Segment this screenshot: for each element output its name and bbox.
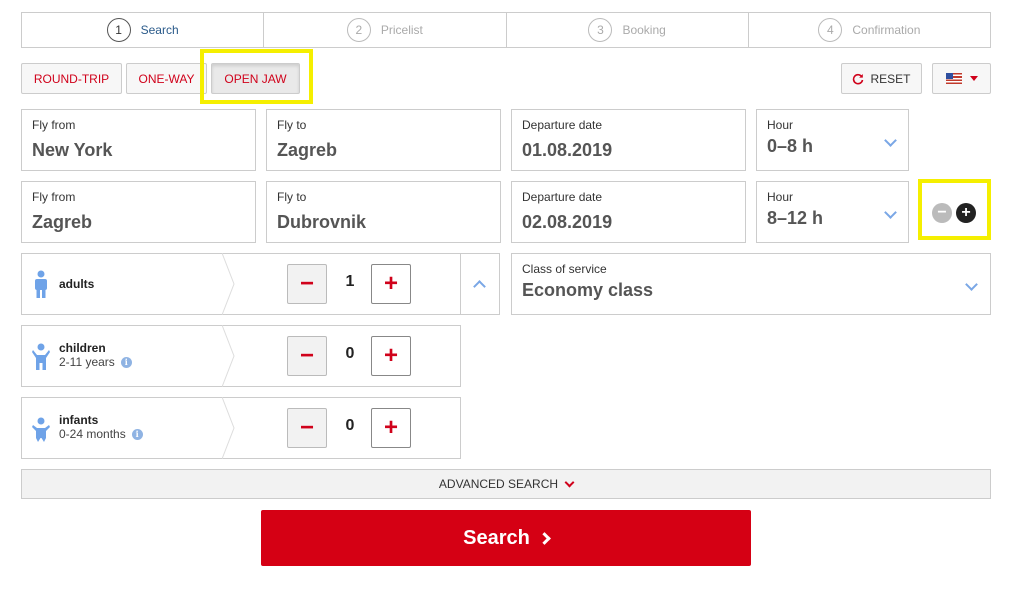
field-value: Zagreb (32, 212, 93, 232)
divider-arrow (222, 397, 235, 459)
field-label: Hour (767, 190, 794, 204)
search-button[interactable]: Search (261, 510, 751, 566)
reset-button[interactable]: RESET (841, 63, 922, 94)
divider-arrow (222, 325, 235, 387)
add-segment-button[interactable]: + (956, 203, 976, 223)
step-pricelist: 2 Pricelist (264, 13, 507, 47)
hour-select-1[interactable]: Hour 0–8 h (756, 109, 909, 171)
advanced-search-toggle[interactable]: ADVANCED SEARCH (21, 469, 991, 499)
field-value: 02.08.2019 (522, 212, 613, 232)
collapse-passengers-button[interactable] (461, 253, 500, 315)
passenger-age: 2-11 years i (59, 355, 132, 369)
field-value: New York (32, 140, 113, 160)
step-confirmation: 4 Confirmation (749, 13, 990, 47)
info-icon[interactable]: i (131, 428, 143, 440)
infants-row: infants 0-24 months i − 0 + (21, 397, 461, 459)
info-icon[interactable]: i (120, 356, 132, 368)
chevron-down-icon (564, 477, 575, 487)
step-label: Pricelist (380, 23, 423, 37)
us-flag-icon (945, 73, 962, 84)
adults-row: adults − 1 + (21, 253, 461, 315)
field-value: 8–12 h (767, 208, 824, 228)
field-value: Dubrovnik (277, 212, 367, 232)
passenger-age: 0-24 months i (59, 427, 143, 441)
field-label: Fly from (32, 190, 76, 204)
adults-count: 1 (345, 273, 355, 290)
reset-label: RESET (870, 71, 911, 86)
step-number: 3 (588, 18, 613, 42)
step-number: 1 (106, 18, 131, 42)
class-of-service-select[interactable]: Class of service Economy class (511, 253, 991, 315)
fly-from-field-1[interactable]: Fly from New York (21, 109, 256, 171)
infants-decrement-button[interactable]: − (287, 408, 327, 448)
hour-select-2[interactable]: Hour 8–12 h (756, 181, 909, 243)
children-count: 0 (345, 345, 355, 362)
passenger-age-text: 2-11 years (59, 355, 115, 369)
chevron-up-icon (473, 280, 486, 293)
infant-icon (32, 417, 50, 442)
children-decrement-button[interactable]: − (287, 336, 327, 376)
passenger-label: children (59, 341, 106, 355)
open-jaw-button[interactable]: OPEN JAW (211, 63, 300, 94)
infants-count: 0 (345, 417, 355, 434)
departure-date-field-2[interactable]: Departure date 02.08.2019 (511, 181, 746, 243)
refresh-icon (853, 73, 864, 84)
step-booking: 3 Booking (507, 13, 749, 47)
adult-icon (35, 270, 47, 298)
fly-from-field-2[interactable]: Fly from Zagreb (21, 181, 256, 243)
search-button-label: Search (463, 526, 530, 549)
progress-steps: 1 Search 2 Pricelist 3 Booking 4 Confirm… (21, 12, 991, 48)
step-label: Search (140, 23, 179, 37)
step-label: Booking (622, 23, 666, 37)
passenger-label: infants (59, 413, 99, 427)
minus-icon: − (937, 204, 947, 221)
field-label: Hour (767, 118, 794, 132)
infants-increment-button[interactable]: + (371, 408, 411, 448)
field-label: Departure date (522, 118, 603, 132)
passenger-age-text: 0-24 months (59, 427, 126, 441)
field-label: Fly to (277, 118, 307, 132)
chevron-down-icon (884, 206, 897, 219)
remove-segment-button[interactable]: − (932, 203, 952, 223)
adults-increment-button[interactable]: + (371, 264, 411, 304)
field-value: Zagreb (277, 140, 338, 160)
chevron-down-icon (884, 134, 897, 147)
field-label: Fly to (277, 190, 307, 204)
highlight-box (918, 179, 991, 240)
field-label: Class of service (522, 262, 607, 276)
passenger-label: adults (59, 277, 95, 291)
chevron-down-icon (965, 278, 978, 291)
step-number: 4 (818, 18, 843, 42)
step-number: 2 (346, 18, 371, 42)
fly-to-field-2[interactable]: Fly to Dubrovnik (266, 181, 501, 243)
field-value: Economy class (522, 280, 654, 300)
child-icon (32, 343, 50, 370)
round-trip-button[interactable]: ROUND-TRIP (21, 63, 122, 94)
departure-date-field-1[interactable]: Departure date 01.08.2019 (511, 109, 746, 171)
fly-to-field-1[interactable]: Fly to Zagreb (266, 109, 501, 171)
chevron-right-icon (537, 531, 551, 545)
field-label: Departure date (522, 190, 603, 204)
caret-down-icon (969, 76, 978, 81)
step-search: 1 Search (22, 13, 265, 47)
field-value: 0–8 h (767, 136, 814, 156)
children-row: children 2-11 years i − 0 + (21, 325, 461, 387)
one-way-button[interactable]: ONE-WAY (126, 63, 207, 94)
plus-icon: + (961, 204, 971, 221)
advanced-search-label: ADVANCED SEARCH (438, 477, 559, 491)
adults-decrement-button[interactable]: − (287, 264, 327, 304)
field-label: Fly from (32, 118, 76, 132)
step-label: Confirmation (852, 23, 921, 37)
children-increment-button[interactable]: + (371, 336, 411, 376)
divider-arrow (222, 253, 235, 315)
language-select[interactable] (932, 63, 991, 94)
field-value: 01.08.2019 (522, 140, 613, 160)
